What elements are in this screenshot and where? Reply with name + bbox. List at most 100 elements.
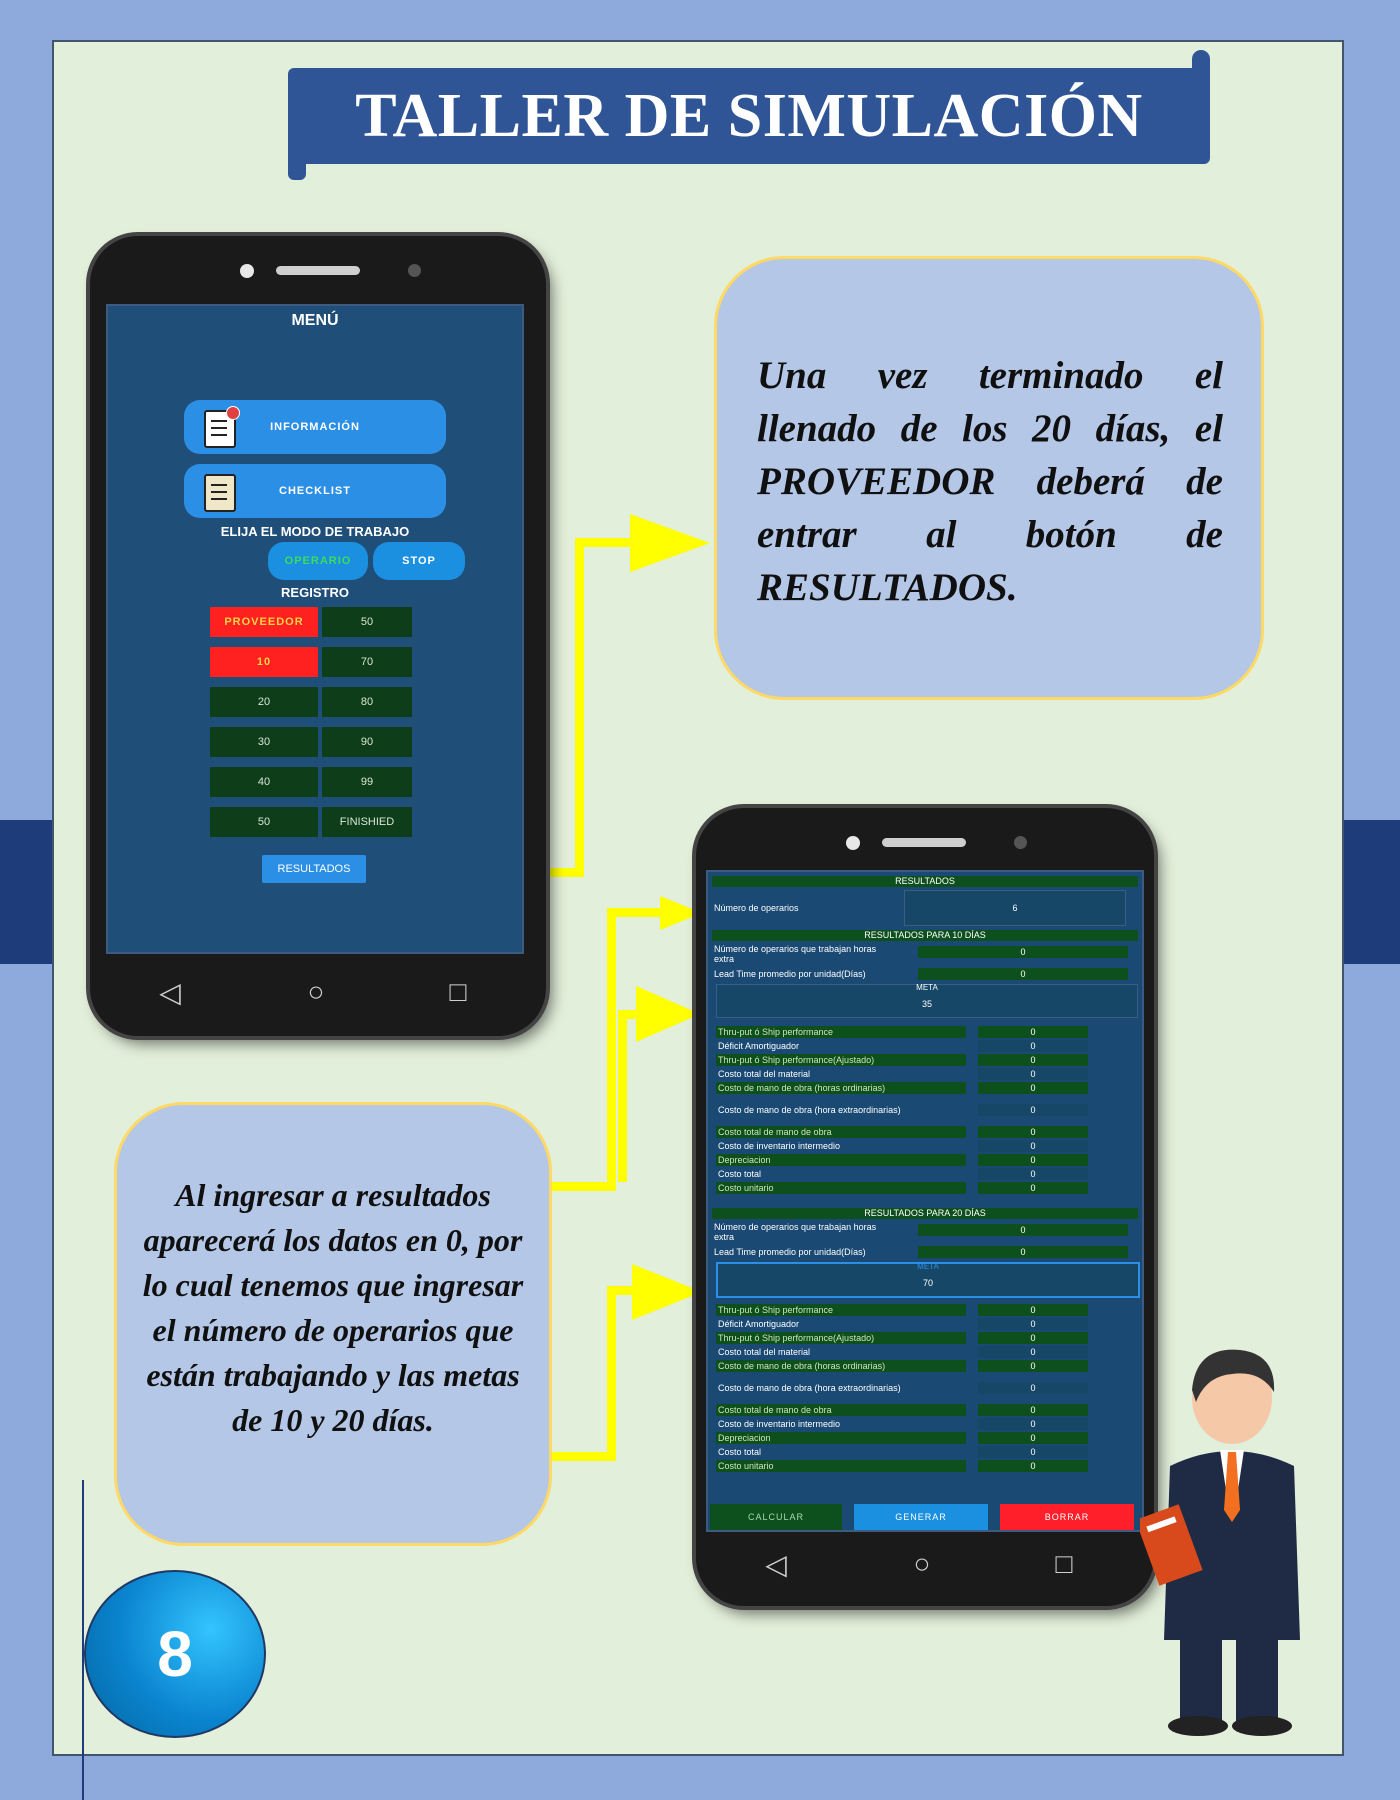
registro-cell[interactable]: 20 xyxy=(210,687,318,717)
metric-label: Costo total xyxy=(718,1169,762,1179)
metric-value: 0 xyxy=(978,1318,1088,1330)
metric-label: Thru-put ó Ship performance xyxy=(716,1304,966,1316)
back-nav-icon[interactable]: ◁ xyxy=(150,976,190,1009)
meta-input[interactable]: META 35 xyxy=(716,983,1138,1018)
metric-value: 0 xyxy=(978,1068,1088,1080)
metric-label: Costo total del material xyxy=(718,1347,811,1357)
metric-value: 0 xyxy=(978,1054,1088,1066)
metric-label: Depreciacion xyxy=(716,1154,966,1166)
metric-label: Costo de mano de obra (hora extraordinar… xyxy=(718,1383,901,1393)
page-title: TALLER DE SIMULACIÓN xyxy=(288,68,1210,164)
arrow-line-c xyxy=(607,908,667,917)
registro-cell[interactable]: 40 xyxy=(210,767,318,797)
registro-cell[interactable]: 90 xyxy=(322,727,412,757)
num-operarios-label: Número de operarios xyxy=(714,903,799,913)
sensor-icon xyxy=(1014,836,1027,849)
registro-cell[interactable]: 50 xyxy=(322,607,412,637)
camera-icon xyxy=(846,836,860,850)
ops-extra-label: Número de operarios que trabajan horas e… xyxy=(714,1222,877,1242)
registro-cell[interactable]: PROVEEDOR xyxy=(210,607,318,637)
checklist-label: CHECKLIST xyxy=(279,485,351,497)
ops-extra-value[interactable]: 0 xyxy=(918,1224,1128,1236)
menu-phone: MENÚ INFORMACIÓN CHECKLIST ELIJA EL MODO… xyxy=(90,236,546,1036)
mode-stop-button[interactable]: STOP xyxy=(373,542,465,580)
num-operarios-input[interactable]: 6 xyxy=(904,890,1126,926)
generar-button[interactable]: GENERAR xyxy=(854,1504,988,1530)
calcular-button[interactable]: CALCULAR xyxy=(710,1504,842,1530)
metric-value: 0 xyxy=(978,1332,1088,1344)
metric-value: 0 xyxy=(978,1418,1088,1430)
ops-extra-label: Número de operarios que trabajan horas e… xyxy=(714,944,877,964)
metric-label: Costo de mano de obra (hora extraordinar… xyxy=(718,1105,901,1115)
arrow-head-icon xyxy=(636,986,700,1042)
metric-label: Costo unitario xyxy=(716,1182,966,1194)
back-nav-icon[interactable]: ◁ xyxy=(756,1548,796,1581)
metric-value: 0 xyxy=(978,1460,1088,1472)
metric-label: Thru-put ó Ship performance(Ajustado) xyxy=(716,1054,966,1066)
callout-top: Una vez terminado el llenado de los 20 d… xyxy=(714,256,1264,700)
arrow-head-icon xyxy=(632,1264,702,1320)
registro-cell[interactable]: FINISHIED xyxy=(322,807,412,837)
recent-nav-icon[interactable]: □ xyxy=(1044,1548,1084,1580)
meta-value: 35 xyxy=(921,999,932,1009)
metric-label: Costo total del material xyxy=(718,1069,811,1079)
page-number: 8 xyxy=(84,1570,266,1738)
metric-value: 0 xyxy=(978,1104,1088,1116)
resultados-button[interactable]: RESULTADOS xyxy=(262,855,366,883)
recent-nav-icon[interactable]: □ xyxy=(438,976,478,1008)
section-header: RESULTADOS PARA 10 DÍAS xyxy=(712,930,1138,941)
registro-cell[interactable]: 10 xyxy=(210,647,318,677)
registro-cell[interactable]: 80 xyxy=(322,687,412,717)
registro-cell[interactable]: 50 xyxy=(210,807,318,837)
menu-screen: MENÚ INFORMACIÓN CHECKLIST ELIJA EL MODO… xyxy=(106,304,524,954)
metric-value: 0 xyxy=(978,1432,1088,1444)
arrow-line-h2 xyxy=(575,538,635,547)
mode-operario-button[interactable]: OPERARIO xyxy=(268,542,368,580)
metric-label: Costo de inventario intermedio xyxy=(718,1419,841,1429)
section-header: RESULTADOS PARA 20 DÍAS xyxy=(712,1208,1138,1219)
results-header: RESULTADOS xyxy=(712,876,1138,887)
home-nav-icon[interactable]: ○ xyxy=(296,976,336,1008)
metric-value: 0 xyxy=(978,1346,1088,1358)
metric-value: 0 xyxy=(978,1360,1088,1372)
metric-label: Costo total de mano de obra xyxy=(716,1404,966,1416)
meta-input[interactable]: META 70 xyxy=(716,1262,1140,1298)
registro-cell[interactable]: 70 xyxy=(322,647,412,677)
home-nav-icon[interactable]: ○ xyxy=(902,1548,942,1580)
lead-time-value[interactable]: 0 xyxy=(918,968,1128,980)
arrow-head-icon xyxy=(630,514,710,572)
arrow-line-g xyxy=(607,1286,616,1461)
arrow-line-e xyxy=(618,1010,638,1019)
registro-cell[interactable]: 30 xyxy=(210,727,318,757)
arrow-line-b xyxy=(607,908,616,1191)
lead-time-label: Lead Time promedio por unidad(Días) xyxy=(714,969,866,979)
metric-value: 0 xyxy=(978,1154,1088,1166)
metric-label: Costo total xyxy=(718,1447,762,1457)
registro-cell[interactable]: 99 xyxy=(322,767,412,797)
results-screen: RESULTADOS Número de operarios 6 RESULTA… xyxy=(706,870,1144,1532)
metric-label: Costo de mano de obra (horas ordinarias) xyxy=(716,1082,966,1094)
metric-value: 0 xyxy=(978,1168,1088,1180)
side-band-right xyxy=(1340,820,1400,964)
metric-label: Thru-put ó Ship performance(Ajustado) xyxy=(716,1332,966,1344)
metric-label: Costo total de mano de obra xyxy=(716,1126,966,1138)
ops-extra-value[interactable]: 0 xyxy=(918,946,1128,958)
checklist-button[interactable]: CHECKLIST xyxy=(184,464,446,518)
metric-label: Costo de inventario intermedio xyxy=(718,1141,841,1151)
callout-bottom: Al ingresar a resultados aparecerá los d… xyxy=(114,1102,552,1546)
metric-label: Costo unitario xyxy=(716,1460,966,1472)
info-button[interactable]: INFORMACIÓN xyxy=(184,400,446,454)
metric-value: 0 xyxy=(978,1304,1088,1316)
lead-time-value[interactable]: 0 xyxy=(918,1246,1128,1258)
page-number-rule xyxy=(82,1480,84,1800)
metric-value: 0 xyxy=(978,1446,1088,1458)
metric-value: 0 xyxy=(978,1040,1088,1052)
metric-value: 0 xyxy=(978,1026,1088,1038)
borrar-button[interactable]: BORRAR xyxy=(1000,1504,1134,1530)
businessman-illustration xyxy=(1140,1349,1300,1736)
info-label: INFORMACIÓN xyxy=(270,421,360,433)
results-phone: RESULTADOS Número de operarios 6 RESULTA… xyxy=(696,808,1154,1606)
metric-label: Déficit Amortiguador xyxy=(718,1319,800,1329)
speaker-icon xyxy=(882,838,966,847)
metric-label: Depreciacion xyxy=(716,1432,966,1444)
